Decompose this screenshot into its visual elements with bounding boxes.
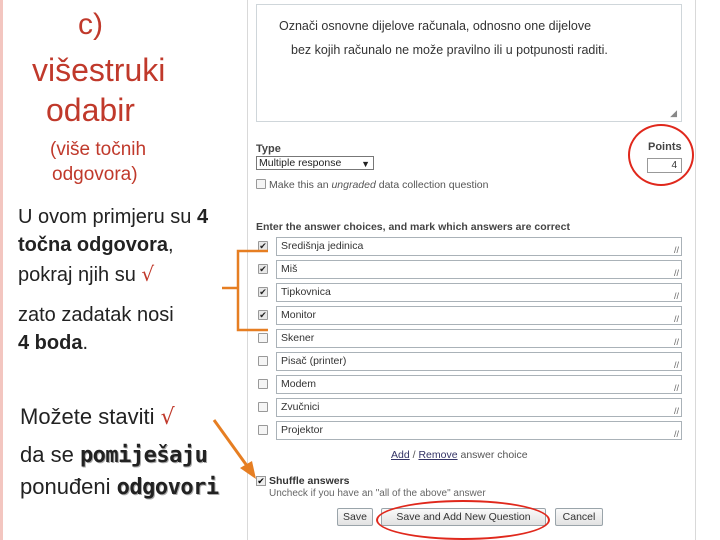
shuffle-arrow xyxy=(212,419,252,471)
check-mark-icon: √ xyxy=(160,405,175,430)
question-text-line-2: bez kojih računalo ne može pravilno ili … xyxy=(291,43,608,57)
example-line-2: točna odgovora, xyxy=(18,234,174,257)
answer-checkbox-6[interactable] xyxy=(258,356,268,366)
example-line-5: 4 boda. xyxy=(18,332,88,355)
answer-text: Modem xyxy=(281,378,317,390)
subtitle-line-1: (više točnih xyxy=(50,139,147,160)
example-text: U ovom primjeru su xyxy=(18,206,197,228)
answer-text: Projektor xyxy=(281,424,324,436)
answer-checkbox-9[interactable] xyxy=(258,425,268,435)
answer-text: Monitor xyxy=(281,309,317,321)
example-count: 4 xyxy=(196,206,209,228)
answer-input-6[interactable]: Pisač (printer) // xyxy=(276,352,682,371)
title-line-3: odabir xyxy=(46,92,135,128)
shuffle-answers-hint: Uncheck if you have an "all of the above… xyxy=(269,488,486,499)
answer-input-7[interactable]: Modem // xyxy=(276,375,682,394)
tip-text: Možete staviti xyxy=(20,404,161,429)
answer-text: Pisač (printer) xyxy=(281,355,347,367)
answer-checkbox-8[interactable] xyxy=(258,402,268,412)
shuffle-answers-label: Shuffle answers xyxy=(269,475,350,487)
answer-checkbox-4[interactable]: ✔ xyxy=(258,310,268,320)
slide-border xyxy=(0,0,3,540)
shuffle-answers-checkbox[interactable]: ✔ xyxy=(256,476,266,486)
ungraded-text: Make this an xyxy=(269,179,332,191)
subtitle-line-2: odgovora) xyxy=(52,164,138,185)
type-select[interactable]: Multiple response ▼ xyxy=(256,156,374,170)
example-points: 4 boda xyxy=(18,332,83,354)
example-line-1: U ovom primjeru su 4 xyxy=(18,206,208,229)
remove-answer-link[interactable]: Remove xyxy=(418,449,457,461)
answer-text: Tipkovnica xyxy=(281,286,331,298)
resize-grip-icon[interactable]: // xyxy=(674,361,679,370)
check-mark-icon: √ xyxy=(141,262,155,286)
add-remove-links: Add / Remove answer choice xyxy=(391,449,528,461)
answer-text: Skener xyxy=(281,332,315,344)
answer-text: Miš xyxy=(281,263,298,275)
resize-grip-icon[interactable]: // xyxy=(674,246,679,255)
resize-grip-icon[interactable]: // xyxy=(674,269,679,278)
type-label: Type xyxy=(256,143,281,155)
ungraded-checkbox[interactable] xyxy=(256,179,266,189)
example-emphasis: točna odgovora xyxy=(18,234,169,256)
resize-grip-icon[interactable]: // xyxy=(674,315,679,324)
tip-line-3: ponuđeni odgovori xyxy=(20,474,219,500)
example-punct: . xyxy=(82,332,89,354)
tip-line-1: Možete staviti √ xyxy=(20,404,175,430)
resize-grip-icon[interactable]: // xyxy=(674,292,679,301)
example-line-3: pokraj njih su √ xyxy=(18,262,154,287)
question-text-area[interactable]: Označi osnovne dijelove računala, odnosn… xyxy=(256,4,682,122)
answer-checkbox-3[interactable]: ✔ xyxy=(258,287,268,297)
answer-input-2[interactable]: Miš // xyxy=(276,260,682,279)
answer-input-9[interactable]: Projektor // xyxy=(276,421,682,440)
dropdown-arrow-icon: ▼ xyxy=(361,159,370,169)
tip-emphasis: pomiješaju xyxy=(79,443,208,468)
ungraded-text: data collection question xyxy=(375,179,489,191)
answer-checkbox-7[interactable] xyxy=(258,379,268,389)
answer-input-1[interactable]: Središnja jedinica // xyxy=(276,237,682,256)
answer-input-5[interactable]: Skener // xyxy=(276,329,682,348)
tip-text: ponuđeni xyxy=(20,474,117,499)
ungraded-emphasis: ungraded xyxy=(331,179,376,191)
resize-grip-icon[interactable]: ◢ xyxy=(670,108,677,119)
resize-grip-icon[interactable]: // xyxy=(674,384,679,393)
save-button[interactable]: Save xyxy=(337,508,373,526)
answer-input-8[interactable]: Zvučnici // xyxy=(276,398,682,417)
save-add-highlight-ring xyxy=(376,500,550,540)
answer-checkbox-2[interactable]: ✔ xyxy=(258,264,268,274)
resize-grip-icon[interactable]: // xyxy=(674,430,679,439)
points-highlight-ring xyxy=(628,124,694,186)
resize-grip-icon[interactable]: // xyxy=(674,338,679,347)
tip-emphasis: odgovori xyxy=(116,475,219,500)
add-answer-link[interactable]: Add xyxy=(391,449,410,461)
example-text: pokraj njih su xyxy=(18,264,142,286)
tip-text: da se xyxy=(20,442,80,467)
answer-checkbox-5[interactable] xyxy=(258,333,268,343)
answer-choice-text: answer choice xyxy=(457,449,528,461)
example-line-4: zato zadatak nosi xyxy=(18,304,174,326)
ungraded-option[interactable]: Make this an ungraded data collection qu… xyxy=(256,178,489,191)
answer-checkbox-1[interactable]: ✔ xyxy=(258,241,268,251)
cancel-button[interactable]: Cancel xyxy=(555,508,603,526)
type-select-value: Multiple response xyxy=(259,157,342,169)
answer-input-4[interactable]: Monitor // xyxy=(276,306,682,325)
tip-line-2: da se pomiješaju xyxy=(20,442,208,468)
title-line-2: višestruki xyxy=(32,52,166,88)
answer-text: Središnja jedinica xyxy=(281,240,364,252)
answer-input-3[interactable]: Tipkovnica // xyxy=(276,283,682,302)
resize-grip-icon[interactable]: // xyxy=(674,407,679,416)
answer-choices-label: Enter the answer choices, and mark which… xyxy=(256,221,570,233)
title-line-1: c) xyxy=(78,8,103,41)
example-punct: , xyxy=(168,234,174,256)
question-text-line-1: Označi osnovne dijelove računala, odnosn… xyxy=(279,19,592,33)
answer-text: Zvučnici xyxy=(281,401,320,413)
